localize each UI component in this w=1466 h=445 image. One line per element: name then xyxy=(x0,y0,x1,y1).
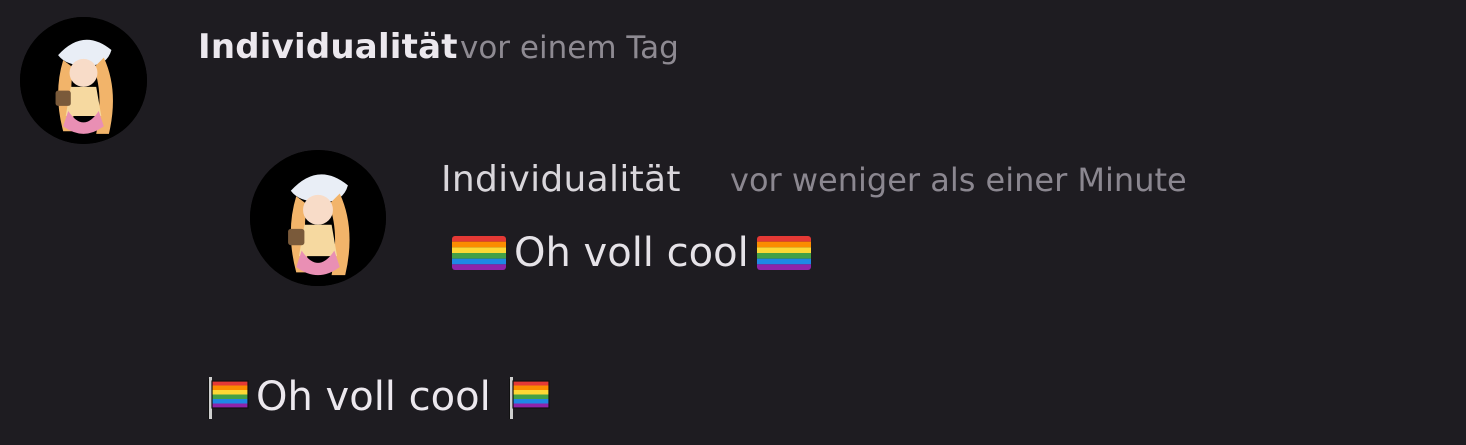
quote-text-content: Oh voll cool xyxy=(514,230,749,276)
rainbow-flag-icon xyxy=(756,236,811,270)
avatar-anime-girl-icon xyxy=(20,17,147,144)
avatar-anime-girl-icon xyxy=(250,150,386,286)
quote-message-text: Oh voll cool xyxy=(444,230,819,276)
post-message-text: Oh voll cool xyxy=(200,373,557,421)
rainbow-flag-icon xyxy=(452,236,506,270)
post-text-content: Oh voll cool xyxy=(256,374,491,420)
quote-timestamp: vor weniger als einer Minute xyxy=(730,161,1187,199)
message-post: Individualität vor einem Tag Individuali… xyxy=(0,0,1466,445)
post-author-name[interactable]: Individualität xyxy=(198,27,458,67)
rainbow-flag-icon xyxy=(505,373,553,421)
rainbow-flag-icon xyxy=(204,373,252,421)
quote-author-name[interactable]: Individualität xyxy=(441,159,681,200)
post-timestamp: vor einem Tag xyxy=(460,30,679,66)
quote-author-avatar[interactable] xyxy=(250,150,386,286)
author-avatar[interactable] xyxy=(20,17,147,144)
